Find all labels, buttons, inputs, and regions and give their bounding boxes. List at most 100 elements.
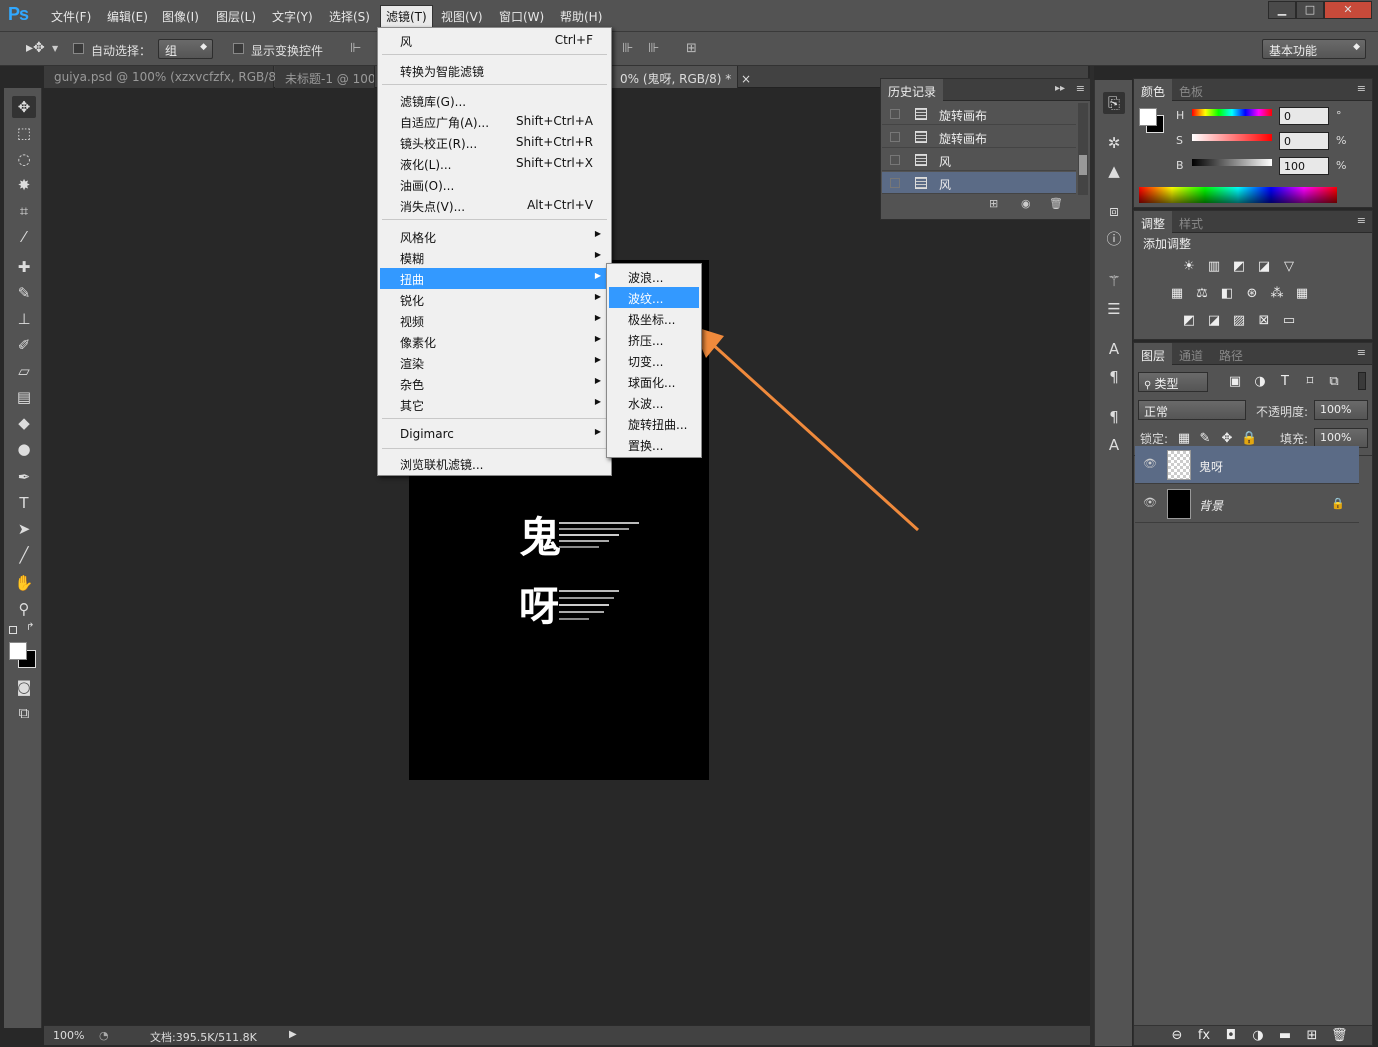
menu-item-digimarc[interactable]: Digimarc ▶ (380, 424, 609, 445)
move-tool-icon[interactable]: ▸✥ (26, 40, 45, 56)
tab-layers[interactable]: 图层 (1134, 343, 1173, 365)
delete-layer-icon[interactable]: 🗑 (1331, 1028, 1348, 1044)
brightness-contrast-icon[interactable]: ☀ (1181, 259, 1197, 275)
menu-type[interactable]: 文字(Y) (268, 7, 317, 26)
menu-window[interactable]: 窗口(W) (495, 7, 548, 26)
tab-adjustments[interactable]: 调整 (1134, 211, 1173, 233)
channel-mixer-icon[interactable]: ⁂ (1269, 286, 1285, 302)
history-scrollbar[interactable] (1078, 103, 1088, 195)
layer-name[interactable]: 背景 (1199, 497, 1223, 514)
menu-item-oil-paint[interactable]: 油画(O)... (380, 174, 609, 195)
gradient-tool-icon[interactable]: ▤ (12, 386, 36, 408)
menu-edit[interactable]: 编辑(E) (103, 7, 152, 26)
saturation-value[interactable]: 0 (1279, 132, 1329, 150)
tab-paths[interactable]: 路径 (1212, 343, 1250, 365)
color-balance-icon[interactable]: ⚖ (1194, 286, 1210, 302)
dodge-tool-icon[interactable]: ● (12, 438, 36, 460)
tab-channels[interactable]: 通道 (1172, 343, 1210, 365)
tab-styles[interactable]: 样式 (1172, 211, 1210, 233)
pixel-filter-icon[interactable]: ▣ (1227, 374, 1243, 390)
tab-swatches[interactable]: 色板 (1172, 79, 1210, 101)
marquee-tool-icon[interactable]: ⬚ (12, 122, 36, 144)
submenu-item-ripple[interactable]: 波纹... (609, 287, 699, 308)
panel-menu-icon[interactable]: ≡ (1357, 346, 1366, 359)
maximize-button[interactable]: □ (1296, 1, 1324, 19)
menu-item-noise[interactable]: 杂色 ▶ (380, 373, 609, 394)
auto-select-dropdown[interactable]: 组 ◆ (158, 39, 213, 59)
menu-layer[interactable]: 图层(L) (212, 7, 260, 26)
minimize-button[interactable]: ▁ (1268, 1, 1296, 19)
foreground-color-swatch[interactable] (9, 642, 27, 660)
submenu-item-shear[interactable]: 切变... (609, 350, 699, 371)
history-row[interactable]: 旋转画布 (882, 126, 1076, 148)
adjustment-filter-icon[interactable]: ◑ (1252, 374, 1268, 390)
new-document-from-state-icon[interactable]: ⊞ (989, 197, 998, 210)
fx-icon[interactable]: fx (1196, 1028, 1212, 1044)
properties-icon[interactable]: ☰ (1103, 298, 1125, 320)
zoom-tool-icon[interactable]: ⚲ (12, 598, 36, 620)
menu-item-distort[interactable]: 扭曲 ▶ (380, 268, 609, 289)
submenu-item-twirl[interactable]: 旋转扭曲... (609, 413, 699, 434)
swap-colors-icon[interactable]: ↱ (26, 622, 34, 633)
submenu-item-pinch[interactable]: 挤压... (609, 329, 699, 350)
history-snapshot-checkbox[interactable] (890, 109, 900, 119)
panel-menu-icon[interactable]: ≡ (1357, 82, 1366, 95)
submenu-item-spherize[interactable]: 球面化... (609, 371, 699, 392)
history-row[interactable]: 旋转画布 (882, 103, 1076, 125)
curves-icon[interactable]: ◩ (1231, 259, 1247, 275)
auto-align-icon[interactable]: ⊞ (686, 41, 697, 56)
add-mask-icon[interactable]: ◘ (1223, 1028, 1239, 1044)
brush-presets-icon[interactable]: ⚚ (1103, 270, 1125, 292)
layer-row-selected[interactable]: 👁 鬼呀 (1135, 446, 1359, 484)
shape-filter-icon[interactable]: ⌑ (1302, 374, 1318, 390)
clone-stamp-tool-icon[interactable]: ⊥ (12, 308, 36, 330)
menu-item-vanishing-point[interactable]: 消失点(V)... Alt+Ctrl+V (380, 195, 609, 216)
menu-item-adaptive-wide-angle[interactable]: 自适应广角(A)... Shift+Ctrl+A (380, 111, 609, 132)
fill-field[interactable]: 100% (1314, 428, 1368, 448)
submenu-item-zigzag[interactable]: 水波... (609, 392, 699, 413)
visibility-eye-icon[interactable]: 👁 (1143, 496, 1157, 510)
levels-icon[interactable]: ▥ (1206, 259, 1222, 275)
history-snapshot-checkbox[interactable] (890, 132, 900, 142)
submenu-item-wave[interactable]: 波浪... (609, 266, 699, 287)
smart-object-filter-icon[interactable]: ⧉ (1326, 374, 1342, 390)
menu-help[interactable]: 帮助(H) (556, 7, 606, 26)
foreground-swatch[interactable] (1139, 108, 1157, 126)
collapse-icon[interactable]: ▸▸ (1055, 83, 1065, 94)
quick-mask-icon[interactable]: ◙ (12, 676, 36, 698)
scrollbar-thumb[interactable] (1079, 155, 1087, 175)
history-brush-tool-icon[interactable]: ✐ (12, 334, 36, 356)
brush-tool-icon[interactable]: ✎ (12, 282, 36, 304)
menu-item-render[interactable]: 渲染 ▶ (380, 352, 609, 373)
menu-item-pixelate[interactable]: 像素化 ▶ (380, 331, 609, 352)
pen-tool-icon[interactable]: ✒ (12, 466, 36, 488)
new-snapshot-icon[interactable]: ◉ (1021, 197, 1031, 210)
opacity-field[interactable]: 100% (1314, 400, 1368, 420)
tab-active-document[interactable]: 0% (鬼呀, RGB/8) * × (610, 66, 751, 88)
distribute-icon[interactable]: ⊪ (622, 41, 633, 56)
default-colors-icon[interactable] (9, 626, 17, 634)
move-tool-icon[interactable]: ✥ (12, 96, 36, 118)
panel-menu-icon[interactable]: ≡ (1357, 214, 1366, 227)
posterize-icon[interactable]: ◪ (1206, 313, 1222, 329)
hand-tool-icon[interactable]: ✋ (12, 572, 36, 594)
exposure-icon[interactable]: ◪ (1256, 259, 1272, 275)
status-info-icon[interactable]: ◔ (99, 1029, 109, 1042)
menu-filter[interactable]: 滤镜(T) (380, 5, 433, 28)
tab-history[interactable]: 历史记录 (881, 79, 944, 101)
eraser-tool-icon[interactable]: ▱ (12, 360, 36, 382)
black-white-icon[interactable]: ◧ (1219, 286, 1235, 302)
line-tool-icon[interactable]: ╱ (12, 544, 36, 566)
menu-item-browse-online[interactable]: 浏览联机滤镜... (380, 453, 609, 474)
submenu-item-displace[interactable]: 置换... (609, 434, 699, 455)
workspace-dropdown[interactable]: 基本功能 ◆ (1262, 39, 1366, 59)
auto-select-checkbox[interactable] (73, 43, 84, 54)
menu-view[interactable]: 视图(V) (437, 7, 487, 26)
tab-color[interactable]: 颜色 (1134, 79, 1173, 101)
menu-select[interactable]: 选择(S) (325, 7, 374, 26)
tab-untitled[interactable]: 未标题-1 @ 100 (275, 66, 375, 88)
menu-item-sharpen[interactable]: 锐化 ▶ (380, 289, 609, 310)
close-button[interactable]: ✕ (1324, 1, 1372, 19)
vibrance-icon[interactable]: ▽ (1281, 259, 1297, 275)
menu-item-lens-correction[interactable]: 镜头校正(R)... Shift+Ctrl+R (380, 132, 609, 153)
